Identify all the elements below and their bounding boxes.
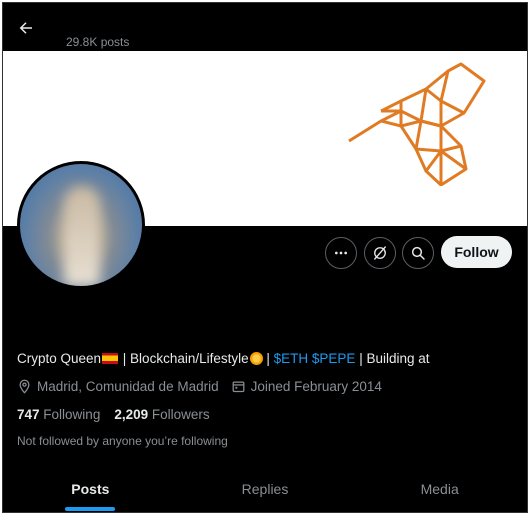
followers-count: 2,209 [114, 407, 149, 422]
avatar-figure [64, 186, 100, 286]
tab-replies[interactable]: Replies [178, 473, 353, 511]
followers-label: Followers [151, 407, 210, 422]
avatar[interactable] [17, 161, 145, 289]
following-count: 747 [17, 407, 40, 422]
search-button[interactable] [402, 237, 434, 269]
followers-stat[interactable]: 2,209 Followers [114, 407, 209, 422]
follow-stats: 747 Following 2,209 Followers [17, 407, 224, 422]
profile-page: 29.8K posts Follow Crypto Queen | Blockc… [2, 2, 528, 513]
spain-flag-icon [102, 353, 119, 364]
back-button[interactable] [15, 17, 37, 39]
bio-cashtag-link[interactable]: $ETH $PEPE [274, 351, 356, 366]
more-button[interactable] [325, 237, 357, 269]
bio-text-1: Crypto Queen [17, 351, 102, 366]
sun-icon [249, 352, 263, 365]
grok-button[interactable] [364, 237, 396, 269]
following-label: Following [43, 407, 101, 422]
search-icon [411, 246, 425, 260]
bio: Crypto Queen | Blockchain/Lifestyle | $E… [17, 351, 430, 366]
bio-text-2: | Blockchain/Lifestyle [119, 351, 249, 366]
calendar-icon [232, 381, 245, 393]
more-horizontal-icon [335, 251, 347, 255]
following-stat[interactable]: 747 Following [17, 407, 100, 422]
top-bar: 29.8K posts [3, 3, 527, 53]
grok-icon [374, 246, 386, 260]
location: Madrid, Comunidad de Madrid [17, 379, 219, 394]
not-followed-note: Not followed by anyone you’re following [17, 434, 228, 448]
tab-media[interactable]: Media [352, 473, 527, 511]
join-date-text: Joined February 2014 [250, 379, 382, 394]
follow-button[interactable]: Follow [441, 236, 512, 268]
location-text: Madrid, Comunidad de Madrid [37, 379, 219, 394]
bio-text-4: | Building at [355, 351, 430, 366]
post-count: 29.8K posts [66, 35, 130, 49]
hummingbird-logo [348, 62, 486, 186]
location-pin-icon [19, 379, 30, 394]
profile-meta: Madrid, Comunidad de Madrid Joined Febru… [17, 379, 394, 394]
join-date: Joined February 2014 [231, 379, 382, 394]
arrow-left-icon [19, 22, 32, 34]
bio-text-3: | [262, 351, 274, 366]
profile-tabs: Posts Replies Media [3, 473, 527, 511]
tab-posts[interactable]: Posts [3, 473, 178, 511]
